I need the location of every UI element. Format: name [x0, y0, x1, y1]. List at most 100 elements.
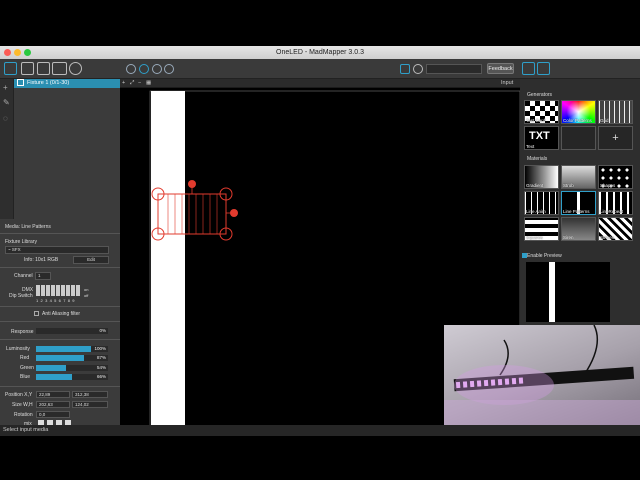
- close-window-button[interactable]: [4, 49, 11, 56]
- response-slider[interactable]: 0%: [36, 328, 108, 334]
- slider-value: 54%: [96, 365, 106, 370]
- generators-header[interactable]: Generators: [520, 91, 640, 99]
- dip-switch[interactable]: [41, 285, 45, 296]
- media-tab-icon[interactable]: [537, 62, 550, 75]
- fixture-mode-icon[interactable]: [4, 62, 17, 75]
- material-tile[interactable]: Line Anim: [524, 191, 559, 215]
- rotate-handle[interactable]: [188, 180, 196, 188]
- dip-switch[interactable]: [46, 285, 50, 296]
- text-tile-glyph: TXT: [529, 130, 550, 142]
- slider-fill: [36, 346, 91, 352]
- color-slider[interactable]: 54%: [36, 365, 108, 371]
- channel-field[interactable]: 1: [35, 272, 51, 280]
- tile-label: LineRepeat: [600, 209, 624, 214]
- anti-aliasing-label: Anti Aliasing filter: [42, 311, 81, 317]
- fit-icon[interactable]: ⤢: [130, 79, 134, 88]
- divider: [0, 233, 120, 234]
- size-w-field[interactable]: 202,63: [36, 401, 70, 408]
- main-toolbar: Feedback: [0, 59, 640, 79]
- move-icon[interactable]: [152, 64, 162, 74]
- add-fixture-icon[interactable]: +: [3, 84, 11, 92]
- dip-switch[interactable]: [51, 285, 55, 296]
- size-h-field[interactable]: 124,02: [72, 401, 108, 408]
- home-icon[interactable]: [400, 64, 410, 74]
- checkbox-icon[interactable]: [17, 79, 24, 87]
- color-slider[interactable]: 100%: [36, 346, 108, 352]
- zoom-out-icon[interactable]: [139, 64, 149, 74]
- material-tile[interactable]: Squares: [524, 217, 559, 241]
- list-icon[interactable]: [37, 62, 50, 75]
- tile-label: Squares: [526, 235, 543, 240]
- edit-button[interactable]: Edit: [73, 256, 109, 264]
- enable-preview-checkbox[interactable]: [522, 253, 527, 258]
- size-label: Size W,H: [12, 402, 33, 408]
- slider-fill: [36, 365, 66, 371]
- add-icon[interactable]: +: [122, 79, 125, 88]
- slider-value: 87%: [96, 355, 106, 360]
- canvas-header: + ⤢ − ▦ Input: [120, 79, 520, 88]
- material-tile[interactable]: Line Patterns: [561, 191, 596, 215]
- dip-switch[interactable]: [66, 285, 70, 296]
- empty-slot: [561, 126, 596, 150]
- position-y-field[interactable]: 312,38: [72, 391, 108, 398]
- dip-switch-bank[interactable]: [36, 285, 82, 297]
- scale-handle[interactable]: [230, 209, 238, 217]
- feedback-button[interactable]: Feedback: [487, 63, 514, 74]
- tile-label: Test Card: [526, 118, 546, 123]
- tile-label: Grid: [600, 118, 609, 123]
- select-icon[interactable]: ◌: [3, 115, 11, 123]
- position-x-field[interactable]: 22,89: [36, 391, 70, 398]
- grid-icon[interactable]: ▦: [146, 79, 151, 88]
- dip-switch[interactable]: [56, 285, 60, 296]
- webcam-photo: [444, 325, 640, 435]
- dmx-icon[interactable]: [52, 62, 67, 75]
- channel-label: Channel: [14, 273, 33, 279]
- minimize-window-button[interactable]: [14, 49, 21, 56]
- rotation-field[interactable]: 0,0: [36, 411, 70, 418]
- dip-switch[interactable]: [71, 285, 75, 296]
- tile-label: Stripes: [600, 235, 615, 240]
- slider-label: Green: [20, 365, 34, 371]
- preview-line: [549, 262, 555, 322]
- input-label: Input: [501, 80, 514, 86]
- materials-header[interactable]: Materials: [520, 155, 640, 163]
- material-tile[interactable]: Stripes: [598, 217, 633, 241]
- output-select[interactable]: [426, 64, 482, 74]
- add-generator-button[interactable]: +: [598, 126, 633, 150]
- generator-tile[interactable]: TXT Text: [524, 126, 559, 150]
- material-tile[interactable]: Siren: [561, 217, 596, 241]
- position-label: Position X,Y: [5, 392, 33, 398]
- dip-switch[interactable]: [76, 285, 80, 296]
- layers-icon[interactable]: [126, 64, 136, 74]
- pen-icon[interactable]: ✎: [3, 99, 11, 107]
- dip-switch[interactable]: [36, 285, 40, 296]
- slider-label: Red: [20, 355, 30, 361]
- fixture-library-select[interactable]: ~ SFX: [5, 246, 109, 254]
- color-slider[interactable]: 66%: [36, 374, 108, 380]
- generators-tab-icon[interactable]: [522, 62, 535, 75]
- dip-on-label: on: [84, 287, 89, 292]
- slider-fill: [36, 355, 84, 361]
- material-tile[interactable]: Strob: [561, 165, 596, 189]
- gear-icon[interactable]: [69, 62, 82, 75]
- minus-icon[interactable]: −: [138, 79, 141, 88]
- dip-switch[interactable]: [61, 285, 65, 296]
- divider: [0, 306, 120, 307]
- output-icon[interactable]: [21, 62, 34, 75]
- divider: [0, 267, 120, 268]
- material-tile[interactable]: Gradient: [524, 165, 559, 189]
- divider: [0, 386, 120, 387]
- anti-aliasing-checkbox[interactable]: [34, 311, 39, 316]
- eye-icon[interactable]: [413, 64, 423, 74]
- tile-label: Line Patterns: [563, 209, 590, 214]
- material-tile[interactable]: Shapes: [598, 165, 633, 189]
- material-tile[interactable]: LineRepeat: [598, 191, 633, 215]
- zoom-window-button[interactable]: [24, 49, 31, 56]
- generator-tile[interactable]: Color Patterns: [561, 100, 596, 124]
- rotate-icon[interactable]: [164, 64, 174, 74]
- color-slider[interactable]: 87%: [36, 355, 108, 361]
- generator-tile[interactable]: Grid: [598, 100, 633, 124]
- generators-label: Generators: [527, 92, 553, 98]
- generator-tile[interactable]: Test Card: [524, 100, 559, 124]
- fixture-list-item[interactable]: Fixture 1 (0/1-30): [14, 79, 120, 88]
